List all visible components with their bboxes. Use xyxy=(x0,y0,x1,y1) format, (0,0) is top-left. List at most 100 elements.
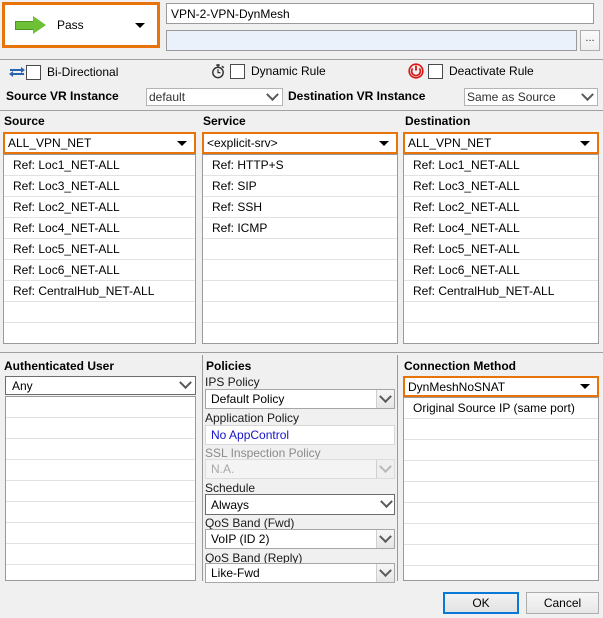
list-item[interactable]: Ref: SIP xyxy=(203,176,397,197)
list-item-empty[interactable] xyxy=(203,239,397,260)
qos-band-reply-select[interactable]: Like-Fwd xyxy=(205,563,395,583)
connection-method-listbox[interactable]: Original Source IP (same port) xyxy=(403,397,599,581)
qos-band-fwd-value: VoIP (ID 2) xyxy=(211,532,270,546)
list-item[interactable]: Ref: Loc5_NET-ALL xyxy=(4,239,195,260)
cancel-button[interactable]: Cancel xyxy=(526,592,599,614)
list-item-empty[interactable] xyxy=(404,524,598,545)
source-listbox[interactable]: Ref: Loc1_NET-ALL Ref: Loc3_NET-ALL Ref:… xyxy=(3,154,196,344)
list-item[interactable]: Ref: Loc3_NET-ALL xyxy=(4,176,195,197)
chevron-down-icon xyxy=(579,89,595,105)
application-policy-value: No AppControl xyxy=(211,428,290,442)
stopwatch-icon xyxy=(210,63,226,79)
list-item[interactable]: Ref: Loc1_NET-ALL xyxy=(404,155,598,176)
list-item-empty[interactable] xyxy=(6,439,195,460)
chevron-down-icon xyxy=(177,377,193,394)
dynamic-rule-checkbox[interactable] xyxy=(230,63,245,79)
list-item[interactable]: Ref: Loc1_NET-ALL xyxy=(4,155,195,176)
list-item-empty[interactable] xyxy=(404,323,598,343)
qos-band-fwd-select[interactable]: VoIP (ID 2) xyxy=(205,529,395,549)
list-item[interactable]: Ref: HTTP+S xyxy=(203,155,397,176)
schedule-label: Schedule xyxy=(205,481,256,495)
list-item-empty[interactable] xyxy=(203,302,397,323)
chevron-down-icon xyxy=(376,460,394,478)
chevron-down-icon xyxy=(135,23,145,28)
chevron-down-icon xyxy=(378,495,394,514)
qos-band-reply-value: Like-Fwd xyxy=(211,566,260,580)
list-item-empty[interactable] xyxy=(404,461,598,482)
list-item[interactable]: Ref: Loc6_NET-ALL xyxy=(404,260,598,281)
destination-vr-instance-select[interactable]: Same as Source xyxy=(464,88,598,106)
list-item[interactable]: Ref: Loc4_NET-ALL xyxy=(4,218,195,239)
list-item-empty[interactable] xyxy=(203,323,397,343)
source-select[interactable]: ALL_VPN_NET xyxy=(3,132,196,154)
chevron-down-icon xyxy=(376,390,394,408)
list-item[interactable]: Ref: CentralHub_NET-ALL xyxy=(4,281,195,302)
dynamic-rule-option[interactable]: Dynamic Rule xyxy=(210,63,326,79)
list-item[interactable]: Ref: Loc2_NET-ALL xyxy=(404,197,598,218)
browse-button[interactable]: ... xyxy=(580,30,600,51)
list-item-empty[interactable] xyxy=(404,545,598,566)
list-item[interactable]: Ref: CentralHub_NET-ALL xyxy=(404,281,598,302)
list-item[interactable]: Ref: Loc5_NET-ALL xyxy=(404,239,598,260)
schedule-select[interactable]: Always xyxy=(205,494,395,515)
list-item-empty[interactable] xyxy=(6,523,195,544)
deactivate-rule-option[interactable]: Deactivate Rule xyxy=(408,63,534,79)
rule-name-input[interactable] xyxy=(166,3,594,24)
list-item-empty[interactable] xyxy=(6,544,195,565)
list-item-empty[interactable] xyxy=(4,302,195,323)
power-off-icon xyxy=(408,63,424,79)
list-item-empty[interactable] xyxy=(404,503,598,524)
destination-listbox[interactable]: Ref: Loc1_NET-ALL Ref: Loc3_NET-ALL Ref:… xyxy=(403,154,599,344)
action-label: Pass xyxy=(57,18,84,32)
list-item-empty[interactable] xyxy=(6,397,195,418)
chevron-down-icon xyxy=(580,384,590,389)
application-policy-field[interactable]: No AppControl xyxy=(205,425,395,445)
authenticated-user-header: Authenticated User xyxy=(4,359,115,373)
ips-policy-value: Default Policy xyxy=(211,392,285,406)
deactivate-rule-checkbox[interactable] xyxy=(428,63,443,79)
service-selected-value: <explicit-srv> xyxy=(207,136,278,150)
destination-select[interactable]: ALL_VPN_NET xyxy=(403,132,599,154)
list-item-empty[interactable] xyxy=(404,482,598,503)
bi-directional-checkbox[interactable] xyxy=(26,64,41,80)
action-dropdown[interactable]: Pass xyxy=(2,2,160,48)
list-item-empty[interactable] xyxy=(404,440,598,461)
list-item[interactable]: Ref: Loc2_NET-ALL xyxy=(4,197,195,218)
list-item-empty[interactable] xyxy=(6,481,195,502)
list-item[interactable]: Ref: Loc4_NET-ALL xyxy=(404,218,598,239)
list-item-empty[interactable] xyxy=(4,323,195,343)
list-item-empty[interactable] xyxy=(6,460,195,481)
list-item[interactable]: Ref: Loc3_NET-ALL xyxy=(404,176,598,197)
chevron-down-icon xyxy=(379,140,389,146)
ips-policy-select[interactable]: Default Policy xyxy=(205,389,395,409)
source-vr-instance-value: default xyxy=(149,90,186,104)
list-item[interactable]: Ref: SSH xyxy=(203,197,397,218)
service-listbox[interactable]: Ref: HTTP+S Ref: SIP Ref: SSH Ref: ICMP xyxy=(202,154,398,344)
bi-directional-option[interactable]: Bi-Directional xyxy=(8,64,118,80)
list-item-empty[interactable] xyxy=(6,502,195,523)
list-item-empty[interactable] xyxy=(203,281,397,302)
authenticated-user-select[interactable]: Any xyxy=(5,376,196,395)
list-item-empty[interactable] xyxy=(404,566,598,580)
list-item-empty[interactable] xyxy=(404,302,598,323)
destination-selected-value: ALL_VPN_NET xyxy=(408,136,492,150)
rule-description-input[interactable] xyxy=(166,30,577,51)
list-item[interactable]: Ref: ICMP xyxy=(203,218,397,239)
connection-method-value: DynMeshNoSNAT xyxy=(408,379,506,394)
list-item[interactable]: Original Source IP (same port) xyxy=(404,398,598,419)
chevron-down-icon xyxy=(376,564,394,582)
list-item-empty[interactable] xyxy=(203,260,397,281)
service-select[interactable]: <explicit-srv> xyxy=(202,132,398,154)
bi-directional-label: Bi-Directional xyxy=(47,65,119,79)
source-vr-instance-select[interactable]: default xyxy=(146,88,283,106)
connection-method-select[interactable]: DynMeshNoSNAT xyxy=(403,376,599,397)
list-item-empty[interactable] xyxy=(404,419,598,440)
list-item-empty[interactable] xyxy=(6,418,195,439)
list-item-empty[interactable] xyxy=(6,565,195,580)
destination-vr-instance-value: Same as Source xyxy=(467,90,556,104)
deactivate-rule-label: Deactivate Rule xyxy=(449,64,534,78)
list-item[interactable]: Ref: Loc6_NET-ALL xyxy=(4,260,195,281)
ssl-inspection-policy-value: N.A. xyxy=(211,462,235,476)
ok-button[interactable]: OK xyxy=(443,592,519,614)
authenticated-user-listbox[interactable] xyxy=(5,396,196,581)
